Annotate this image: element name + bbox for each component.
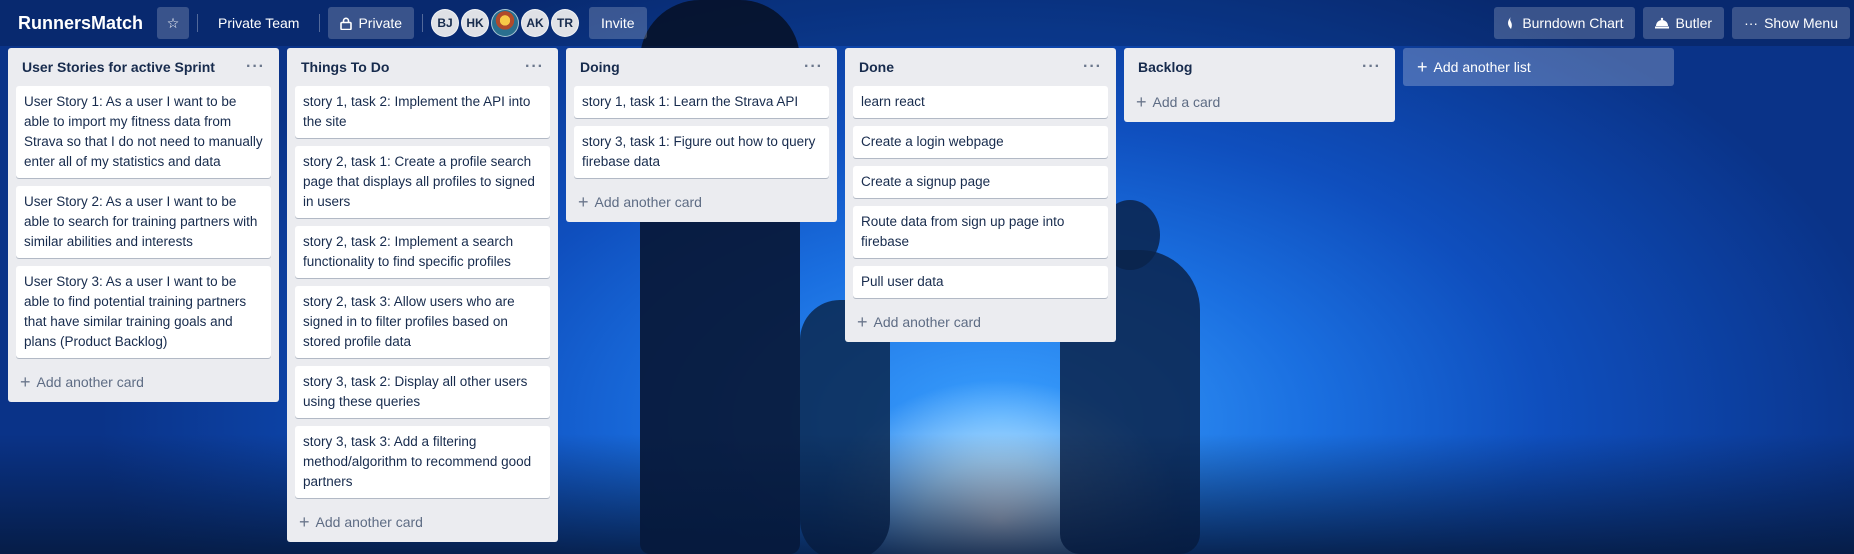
list-user-stories: User Stories for active Sprint ··· User … xyxy=(8,48,279,402)
list-title[interactable]: Things To Do xyxy=(301,59,389,75)
list-header: Backlog ··· xyxy=(1132,48,1387,86)
more-icon[interactable]: ··· xyxy=(246,58,265,76)
card[interactable]: story 2, task 3: Allow users who are sig… xyxy=(295,286,550,358)
add-card-button[interactable]: + Add another card xyxy=(574,186,829,218)
burndown-icon xyxy=(1506,16,1516,30)
avatar[interactable]: AK xyxy=(521,9,550,37)
card[interactable]: story 3, task 1: Figure out how to query… xyxy=(574,126,829,178)
more-icon[interactable]: ··· xyxy=(525,58,544,76)
star-icon: ☆ xyxy=(166,15,180,31)
card[interactable]: User Story 2: As a user I want to be abl… xyxy=(16,186,271,258)
avatar[interactable]: HK xyxy=(461,9,490,37)
show-menu-button[interactable]: ··· Show Menu xyxy=(1732,7,1850,39)
card[interactable]: User Story 3: As a user I want to be abl… xyxy=(16,266,271,358)
list-header: Doing ··· xyxy=(574,48,829,86)
plus-icon: + xyxy=(20,372,31,392)
list-header: Things To Do ··· xyxy=(295,48,550,86)
add-card-button[interactable]: + Add another card xyxy=(16,366,271,398)
burndown-chart-button[interactable]: Burndown Chart xyxy=(1494,7,1636,39)
invite-label: Invite xyxy=(601,15,635,31)
board-header: RunnersMatch ☆ Private Team Private BJ H… xyxy=(0,0,1854,46)
list-title[interactable]: Doing xyxy=(580,59,620,75)
plus-icon: + xyxy=(1417,57,1428,77)
avatar[interactable]: TR xyxy=(551,9,580,37)
list-done: Done ··· learn react Create a login webp… xyxy=(845,48,1116,342)
avatar[interactable]: BJ xyxy=(431,9,460,37)
card[interactable]: learn react xyxy=(853,86,1108,118)
add-card-label: Add another card xyxy=(594,194,702,210)
visibility-button[interactable]: Private xyxy=(328,7,415,39)
add-card-label: Add a card xyxy=(1152,94,1221,110)
header-actions: Burndown Chart Butler ··· Show Menu xyxy=(1486,7,1850,39)
add-card-button[interactable]: + Add a card xyxy=(1132,86,1387,118)
avatar[interactable] xyxy=(491,9,520,37)
list-header: Done ··· xyxy=(853,48,1108,86)
card[interactable]: Create a login webpage xyxy=(853,126,1108,158)
add-card-button[interactable]: + Add another card xyxy=(295,506,550,538)
list-backlog: Backlog ··· + Add a card xyxy=(1124,48,1395,122)
visibility-label: Private xyxy=(358,15,403,31)
list-things-to-do: Things To Do ··· story 1, task 2: Implem… xyxy=(287,48,558,542)
card[interactable]: story 3, task 2: Display all other users… xyxy=(295,366,550,418)
card[interactable]: Create a signup page xyxy=(853,166,1108,198)
add-card-label: Add another card xyxy=(36,374,144,390)
board-members: BJ HK AK TR xyxy=(431,9,581,37)
card[interactable]: story 1, task 1: Learn the Strava API xyxy=(574,86,829,118)
plus-icon: + xyxy=(857,312,868,332)
card[interactable]: story 1, task 2: Implement the API into … xyxy=(295,86,550,138)
butler-button[interactable]: Butler xyxy=(1643,7,1725,39)
plus-icon: + xyxy=(1136,92,1147,112)
star-button[interactable]: ☆ xyxy=(157,7,190,39)
card[interactable]: story 2, task 2: Implement a search func… xyxy=(295,226,550,278)
butler-icon xyxy=(1655,17,1670,29)
add-card-label: Add another card xyxy=(873,314,981,330)
list-doing: Doing ··· story 1, task 1: Learn the Str… xyxy=(566,48,837,222)
butler-label: Butler xyxy=(1675,15,1713,31)
card[interactable]: Pull user data xyxy=(853,266,1108,298)
header-divider xyxy=(197,14,199,32)
list-title[interactable]: User Stories for active Sprint xyxy=(22,59,215,75)
more-icon[interactable]: ··· xyxy=(1362,58,1381,76)
add-card-button[interactable]: + Add another card xyxy=(853,306,1108,338)
lock-icon xyxy=(340,17,353,30)
more-icon[interactable]: ··· xyxy=(804,58,823,76)
add-list-label: Add another list xyxy=(1433,59,1531,75)
burndown-chart-label: Burndown Chart xyxy=(1522,15,1624,31)
header-divider xyxy=(422,14,424,32)
board-title[interactable]: RunnersMatch xyxy=(4,7,157,39)
plus-icon: + xyxy=(578,192,589,212)
header-divider xyxy=(319,14,321,32)
invite-button[interactable]: Invite xyxy=(589,7,647,39)
card[interactable]: User Story 1: As a user I want to be abl… xyxy=(16,86,271,178)
more-icon[interactable]: ··· xyxy=(1083,58,1102,76)
team-button[interactable]: Private Team xyxy=(206,7,311,39)
list-title[interactable]: Done xyxy=(859,59,894,75)
add-card-label: Add another card xyxy=(315,514,423,530)
show-menu-label: Show Menu xyxy=(1764,15,1838,31)
team-label: Private Team xyxy=(218,15,300,31)
board-canvas: User Stories for active Sprint ··· User … xyxy=(8,48,1674,542)
card[interactable]: story 2, task 1: Create a profile search… xyxy=(295,146,550,218)
add-list-button[interactable]: + Add another list xyxy=(1403,48,1674,86)
list-header: User Stories for active Sprint ··· xyxy=(16,48,271,86)
more-icon: ··· xyxy=(1744,15,1759,31)
card[interactable]: Route data from sign up page into fireba… xyxy=(853,206,1108,258)
card[interactable]: story 3, task 3: Add a filtering method/… xyxy=(295,426,550,498)
plus-icon: + xyxy=(299,512,310,532)
list-title[interactable]: Backlog xyxy=(1138,59,1192,75)
